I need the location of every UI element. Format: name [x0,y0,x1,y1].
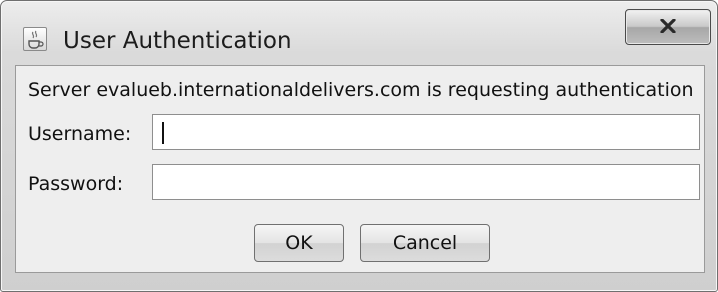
java-cup-icon [23,27,47,51]
username-label: Username: [28,123,132,145]
text-caret [162,122,164,144]
cancel-button[interactable]: Cancel [360,224,490,262]
title-bar[interactable]: User Authentication [1,1,717,63]
auth-request-message: Server evalueb.internationaldelivers.com… [28,79,694,101]
window-title: User Authentication [63,28,292,54]
close-icon [660,19,676,33]
dialog-content: Server evalueb.internationaldelivers.com… [15,65,705,273]
auth-dialog-window: User Authentication Server evalueb.inter… [0,0,718,292]
close-button[interactable] [625,9,711,45]
ok-button[interactable]: OK [254,224,344,262]
password-field[interactable] [152,164,700,200]
username-field[interactable] [152,114,700,150]
password-label: Password: [28,173,124,195]
